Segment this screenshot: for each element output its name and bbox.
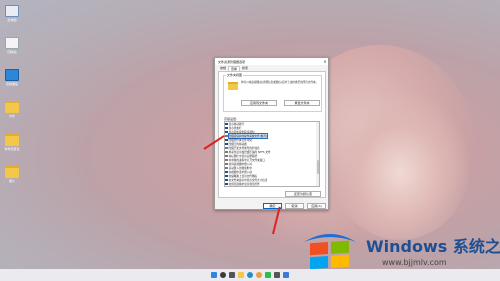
edge-icon[interactable] [247, 272, 253, 278]
view-tab-panel: 文件夹视图 你可以将此视图(如详细信息或图标)应用于这种类型的所有文件夹。 应用… [218, 71, 326, 198]
folder-views-group: 文件夹视图 你可以将此视图(如详细信息或图标)应用于这种类型的所有文件夹。 应用… [223, 73, 322, 112]
checkbox[interactable] [225, 182, 228, 186]
checkbox[interactable] [225, 166, 228, 170]
scroll-thumb[interactable] [316, 160, 319, 174]
folder-views-title: 文件夹视图 [226, 73, 244, 77]
browser-icon[interactable] [256, 272, 262, 278]
store-icon[interactable] [283, 272, 289, 278]
desktop-icon-label: 回收站 [7, 50, 17, 54]
desktop-icon-label: 控制面板 [5, 82, 18, 86]
folder-views-description: 你可以将此视图(如详细信息或图标)应用于这种类型的所有文件夹。 [241, 81, 319, 84]
scrollbar[interactable] [316, 122, 319, 186]
watermark-brand: Windows 系统之家 [366, 237, 500, 256]
this-pc-icon [5, 5, 19, 17]
apply-button[interactable]: 应用(A) [307, 203, 326, 209]
desktop-icon-this-pc[interactable]: 此电脑 [2, 5, 22, 22]
checkbox[interactable] [225, 150, 228, 154]
checkbox[interactable] [225, 126, 228, 130]
checkbox[interactable] [225, 142, 228, 146]
app-icon[interactable] [265, 272, 271, 278]
task-view-icon[interactable] [229, 272, 235, 278]
desktop-icon-label: 软件安装包 [4, 147, 20, 151]
taskbar [0, 269, 500, 281]
reset-folders-button[interactable]: 重置文件夹 [284, 100, 320, 106]
dialog-title: 文件资源管理器选项 [218, 59, 246, 64]
search-icon[interactable] [220, 272, 226, 278]
advanced-settings-list[interactable]: 显示驱动器号 显示状态栏 显示同步提供程序通知 隐藏受保护的操作系统文件(推荐) 隐藏文… [224, 121, 320, 187]
folder-options-dialog: 文件资源管理器选项 × 常规 查看 搜索 文件夹视图 你可以将此视图(如详细信息… [214, 57, 329, 210]
checkbox[interactable] [225, 178, 228, 182]
desktop-icon-label: 图片 [8, 179, 15, 183]
checkbox[interactable] [225, 130, 228, 134]
watermark-url: www.bjjmlv.com [382, 258, 447, 267]
control-panel-icon [5, 69, 19, 81]
folder-icon [5, 166, 19, 178]
recycle-bin-icon [5, 37, 19, 49]
checkbox[interactable] [225, 122, 228, 126]
settings-icon[interactable] [274, 272, 280, 278]
advanced-setting-label: 在预览窗格中显示预览控件 [228, 183, 260, 186]
start-icon[interactable] [211, 272, 217, 278]
close-icon[interactable]: × [322, 59, 328, 65]
checkbox[interactable] [225, 174, 228, 178]
desktop-icon-label: 此电脑 [7, 18, 17, 22]
checkbox[interactable] [225, 162, 228, 166]
checkbox[interactable] [225, 158, 228, 162]
desktop-icon-recycle-bin[interactable]: 回收站 [2, 37, 22, 54]
dialog-titlebar[interactable]: 文件资源管理器选项 × [215, 58, 328, 65]
desktop-icon-folder[interactable]: 文件 [2, 101, 22, 118]
cancel-button[interactable]: 取消 [285, 203, 304, 209]
advanced-setting-row[interactable]: 在预览窗格中显示预览控件 [225, 182, 319, 186]
desktop-icon-folder[interactable]: 图片 [2, 166, 22, 183]
windows-logo-icon [304, 234, 356, 270]
folder-icon [228, 82, 238, 90]
checkbox[interactable] [225, 154, 228, 158]
apply-to-folders-button[interactable]: 应用到文件夹 [241, 100, 277, 106]
checkbox[interactable] [225, 146, 228, 150]
checkbox[interactable] [225, 138, 228, 142]
desktop-icon-folder[interactable]: 软件安装包 [2, 134, 22, 151]
desktop-icon-control-panel[interactable]: 控制面板 [2, 69, 22, 86]
file-explorer-icon[interactable] [238, 272, 244, 278]
desktop-icon-label: 文件 [8, 114, 15, 118]
checkbox[interactable] [225, 170, 228, 174]
checkbox[interactable] [225, 134, 228, 138]
folder-icon [5, 134, 19, 146]
folder-icon [5, 101, 19, 113]
restore-defaults-button[interactable]: 还原为默认值 [285, 191, 321, 197]
